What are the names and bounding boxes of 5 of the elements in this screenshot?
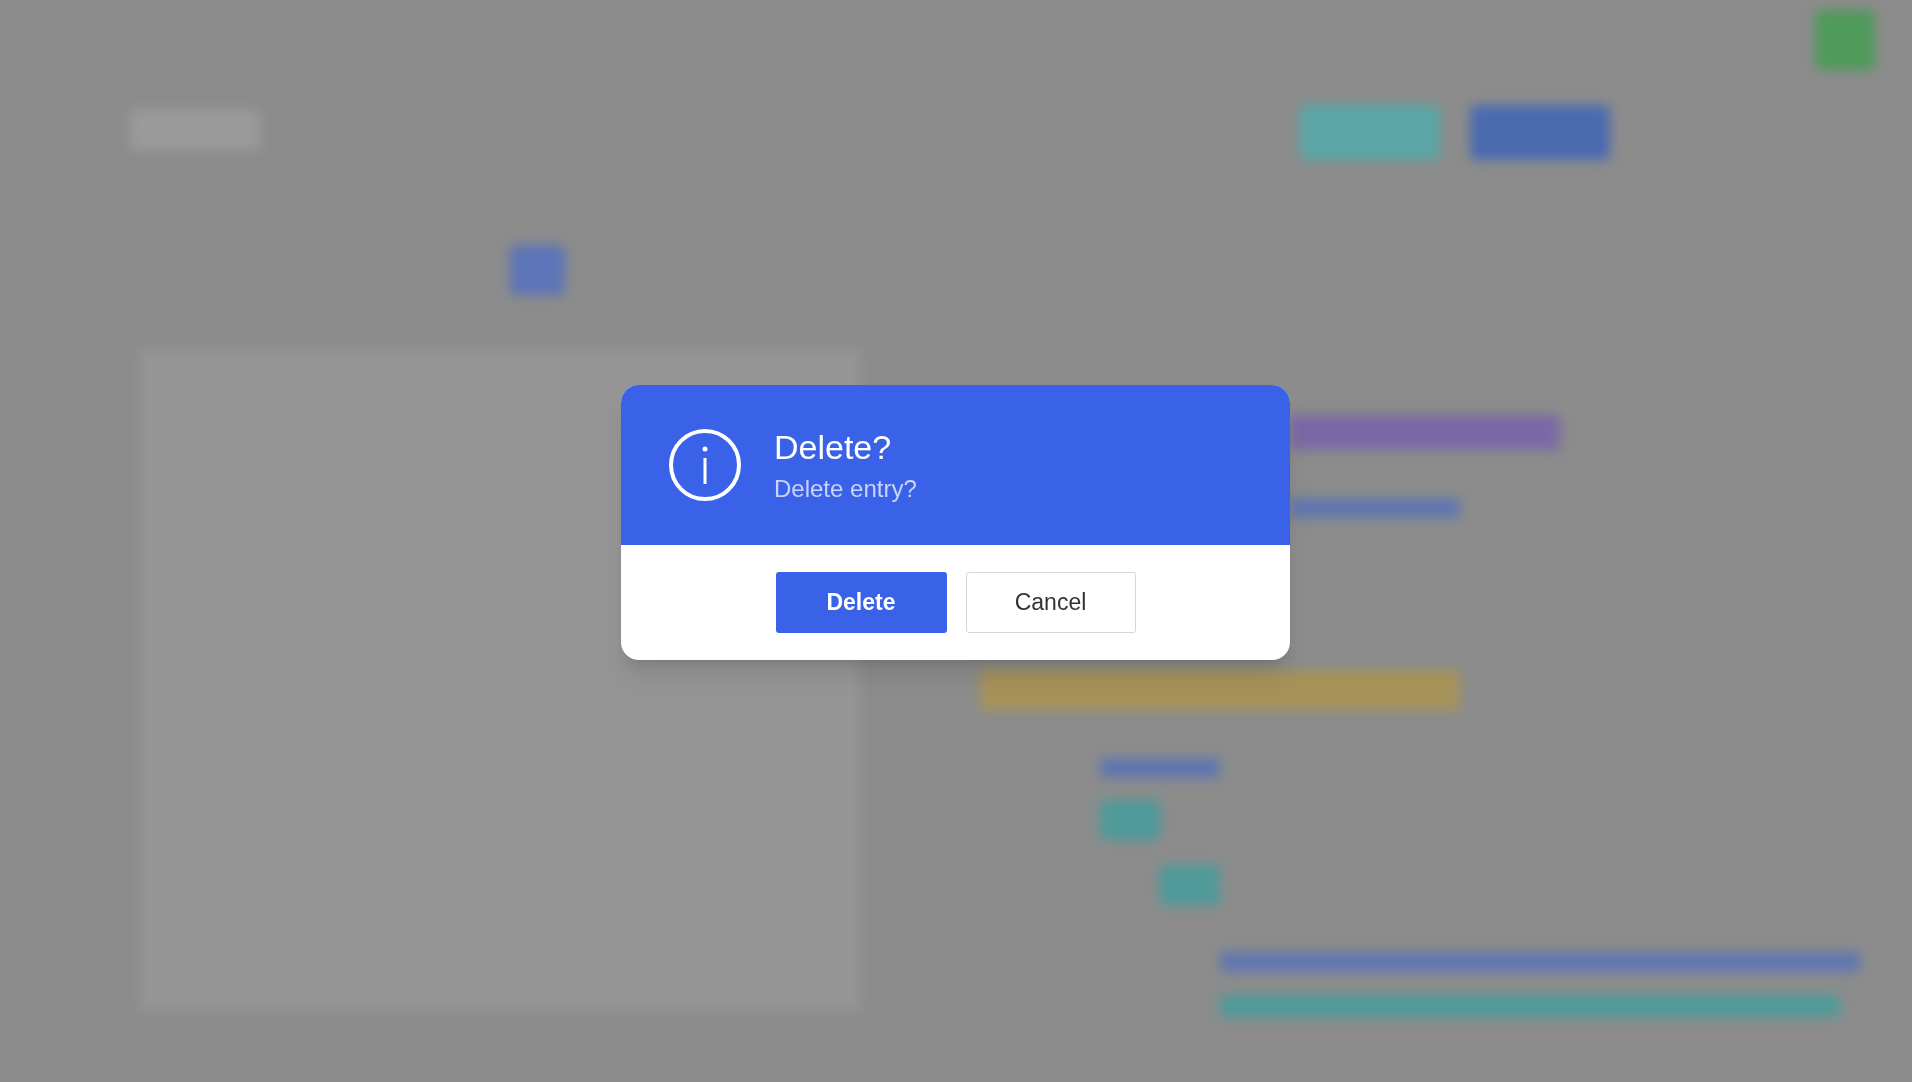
dialog-title: Delete? (774, 426, 893, 468)
info-icon (668, 428, 742, 502)
delete-button[interactable]: Delete (775, 572, 947, 633)
cancel-button[interactable]: Cancel (965, 572, 1136, 633)
dialog-message: Delete entry? (774, 474, 917, 505)
